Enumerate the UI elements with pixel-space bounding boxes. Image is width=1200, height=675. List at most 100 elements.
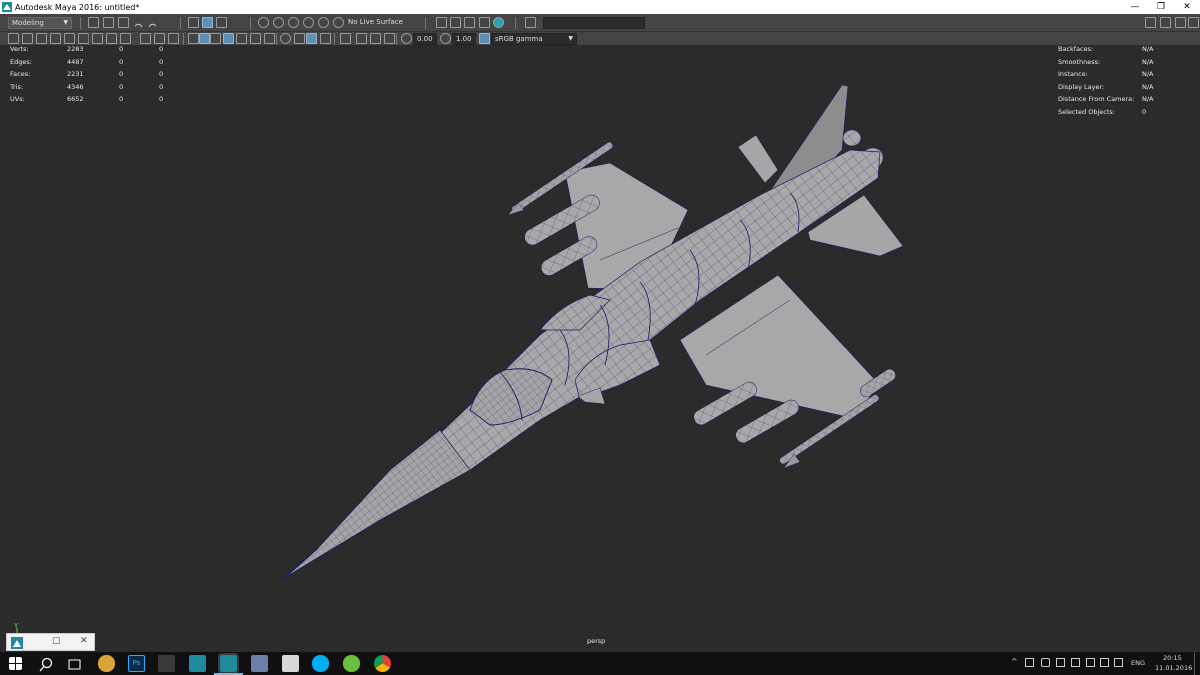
save-disk-icon[interactable] xyxy=(251,655,268,672)
tray-app-icon[interactable] xyxy=(1041,658,1050,667)
smooth-shade-icon[interactable] xyxy=(199,33,210,44)
default-material-icon[interactable] xyxy=(210,33,221,44)
camera-icon[interactable] xyxy=(8,33,19,44)
minimize-button[interactable]: — xyxy=(1122,0,1148,14)
close-button[interactable]: ✕ xyxy=(1174,0,1200,14)
live-surface-icon[interactable] xyxy=(333,17,344,28)
photoshop-icon[interactable]: Ps xyxy=(128,655,145,672)
xray-icon[interactable] xyxy=(356,33,367,44)
volume-icon[interactable] xyxy=(1100,658,1109,667)
workspace-icon[interactable] xyxy=(1145,17,1156,28)
network-icon[interactable] xyxy=(1025,658,1034,667)
task-view-icon[interactable] xyxy=(66,656,83,673)
hypershade-icon[interactable] xyxy=(479,17,490,28)
safe-action-icon[interactable] xyxy=(154,33,165,44)
save-scene-icon[interactable] xyxy=(118,17,129,28)
separator xyxy=(425,17,426,29)
ambient-occlusion-icon[interactable] xyxy=(280,33,291,44)
grid-icon[interactable] xyxy=(64,33,75,44)
xray-components-icon[interactable] xyxy=(384,33,395,44)
start-icon[interactable] xyxy=(9,657,22,670)
snap-curve-icon[interactable] xyxy=(273,17,284,28)
maya-active-icon[interactable] xyxy=(218,653,239,674)
minimized-window-bar[interactable]: ☐ ✕ xyxy=(6,633,95,651)
chevron-down-icon: ▼ xyxy=(568,35,573,42)
power-icon[interactable] xyxy=(1056,658,1065,667)
color-space-dropdown[interactable]: sRGB gamma ▼ xyxy=(491,33,577,45)
separator xyxy=(334,33,335,45)
render-settings-icon[interactable] xyxy=(464,17,475,28)
snap-view-plane-icon[interactable] xyxy=(303,17,314,28)
zbrush-icon[interactable] xyxy=(158,655,175,672)
notification-icon[interactable] xyxy=(1114,658,1123,667)
select-hierarchy-icon[interactable] xyxy=(188,17,199,28)
live-surface-label[interactable]: No Live Surface xyxy=(348,18,403,26)
command-input[interactable] xyxy=(543,17,645,29)
clock-time[interactable]: 20:15 xyxy=(1163,654,1182,662)
gamma-field[interactable]: 1.00 xyxy=(452,33,476,45)
title-bar: Autodesk Maya 2016: untitled* — ❐ ✕ xyxy=(0,0,1200,14)
show-desktop-button[interactable] xyxy=(1194,652,1200,675)
motion-blur-icon[interactable] xyxy=(294,33,305,44)
ipr-render-icon[interactable] xyxy=(450,17,461,28)
field-chart-icon[interactable] xyxy=(140,33,151,44)
left-stabilizer xyxy=(737,134,779,184)
image-plane-icon[interactable] xyxy=(50,33,61,44)
search-icon[interactable] xyxy=(38,656,55,673)
language-indicator[interactable]: ENG xyxy=(1131,659,1145,667)
book-icon[interactable] xyxy=(282,655,299,672)
wireframe-icon[interactable] xyxy=(188,33,199,44)
restore-icon[interactable]: ☐ xyxy=(52,637,60,647)
safe-title-icon[interactable] xyxy=(168,33,179,44)
new-scene-icon[interactable] xyxy=(88,17,99,28)
main-toolbar: Modeling ▼ No Live Surface xyxy=(0,14,1200,32)
resolution-gate-icon[interactable] xyxy=(106,33,117,44)
isolate-select-icon[interactable] xyxy=(340,33,351,44)
tray-expand-icon[interactable]: ^ xyxy=(1011,657,1018,666)
color-management-icon[interactable] xyxy=(479,33,490,44)
utorrent-icon[interactable] xyxy=(343,655,360,672)
redo-icon[interactable] xyxy=(147,17,158,28)
viewport-panel[interactable]: Verts: 2283 0 0 Edges: 4487 0 0 Faces: 2231 0 0 Tris… xyxy=(0,46,1200,652)
lighting-icon[interactable] xyxy=(250,33,261,44)
attribute-editor-icon[interactable] xyxy=(1175,17,1186,28)
render-view-icon[interactable] xyxy=(493,17,504,28)
paint-app-icon[interactable] xyxy=(98,655,115,672)
camera-attributes-icon[interactable] xyxy=(22,33,33,44)
undo-icon[interactable] xyxy=(133,17,144,28)
wireframe-on-shaded-icon[interactable] xyxy=(223,33,234,44)
exposure-field[interactable]: 0.00 xyxy=(413,33,437,45)
select-component-icon[interactable] xyxy=(216,17,227,28)
gate-mask-icon[interactable] xyxy=(120,33,131,44)
channel-box-icon[interactable] xyxy=(1160,17,1171,28)
bookmark-icon[interactable] xyxy=(36,33,47,44)
depth-of-field-icon[interactable] xyxy=(320,33,331,44)
clock-date[interactable]: 11.01.2016 xyxy=(1155,664,1192,672)
snap-surface-icon[interactable] xyxy=(318,17,329,28)
layers-icon[interactable] xyxy=(1188,17,1199,28)
snap-grid-icon[interactable] xyxy=(258,17,269,28)
mode-dropdown[interactable]: Modeling ▼ xyxy=(8,17,72,29)
wifi-icon[interactable] xyxy=(1086,658,1095,667)
shadows-icon[interactable] xyxy=(264,33,275,44)
skype-icon[interactable] xyxy=(312,655,329,672)
render-frame-icon[interactable] xyxy=(436,17,447,28)
panel-layout-icon[interactable] xyxy=(525,17,536,28)
grid-toggle-icon[interactable] xyxy=(92,33,103,44)
close-icon[interactable]: ✕ xyxy=(80,636,88,646)
open-scene-icon[interactable] xyxy=(103,17,114,28)
xray-joints-icon[interactable] xyxy=(370,33,381,44)
textured-icon[interactable] xyxy=(236,33,247,44)
display-icon[interactable] xyxy=(1071,658,1080,667)
select-object-icon[interactable] xyxy=(202,17,213,28)
gamma-icon[interactable] xyxy=(440,33,451,44)
jet-fighter-model[interactable] xyxy=(0,46,1200,652)
chrome-icon[interactable] xyxy=(374,655,391,672)
maya-window-icon xyxy=(11,637,23,649)
exposure-icon[interactable] xyxy=(401,33,412,44)
maya-icon[interactable] xyxy=(189,655,206,672)
snap-point-icon[interactable] xyxy=(288,17,299,28)
anti-aliasing-icon[interactable] xyxy=(306,33,317,44)
maximize-button[interactable]: ❐ xyxy=(1148,0,1174,14)
separator xyxy=(515,17,516,29)
